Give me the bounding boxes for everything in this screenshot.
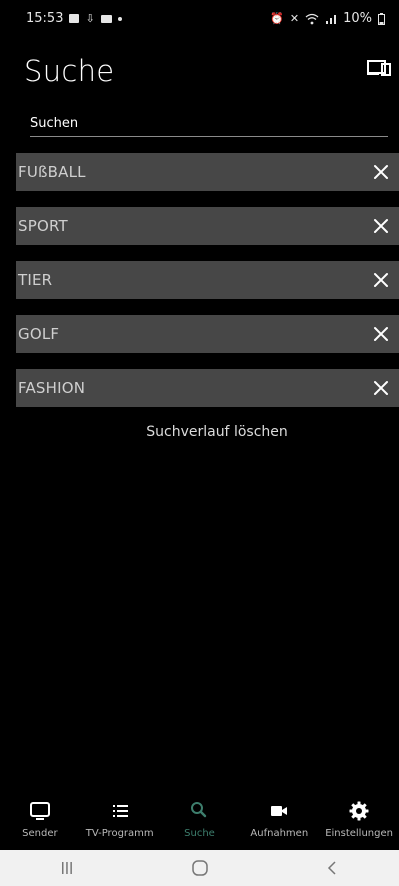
video-camera-icon — [271, 806, 288, 816]
history-item[interactable]: FUßBALL — [16, 153, 399, 191]
status-time: 15:53 — [26, 11, 64, 26]
history-item[interactable]: FASHION — [16, 369, 399, 407]
nav-label: Einstellungen — [325, 828, 393, 839]
bottom-nav: Sender TV-Programm Suche Aufnahmen Einst… — [0, 796, 399, 846]
nav-label: Suche — [184, 828, 215, 839]
list-icon — [112, 805, 128, 817]
cast-screen-icon[interactable] — [367, 58, 391, 78]
history-item-label: SPORT — [18, 217, 68, 235]
nav-label: Sender — [22, 828, 58, 839]
system-nav-bar — [0, 850, 399, 886]
home-icon[interactable] — [190, 858, 210, 878]
history-item[interactable]: GOLF — [16, 315, 399, 353]
battery-percent: 10% — [343, 11, 372, 26]
status-left: 15:53 ⇩ — [26, 11, 122, 26]
nav-item-sender[interactable]: Sender — [0, 796, 80, 846]
history-item[interactable]: TIER — [16, 261, 399, 299]
search-input[interactable] — [30, 110, 388, 135]
close-icon[interactable] — [371, 270, 391, 290]
nav-item-tv-programm[interactable]: TV-Programm — [80, 796, 160, 846]
page-title: Suche — [24, 54, 115, 88]
notification-dot-icon — [117, 16, 122, 21]
close-icon[interactable] — [371, 216, 391, 236]
recent-apps-icon[interactable] — [57, 858, 77, 878]
nav-label: Aufnahmen — [250, 828, 309, 839]
history-item-label: FUßBALL — [18, 163, 86, 181]
close-icon[interactable] — [371, 378, 391, 398]
gallery-icon — [69, 14, 80, 23]
history-item[interactable]: SPORT — [16, 207, 399, 245]
signal-icon — [326, 14, 337, 24]
nav-item-suche[interactable]: Suche — [160, 796, 240, 846]
nav-item-aufnahmen[interactable]: Aufnahmen — [239, 796, 319, 846]
battery-icon — [378, 12, 385, 25]
gear-icon — [349, 801, 369, 821]
close-icon[interactable] — [371, 324, 391, 344]
search-icon — [191, 802, 207, 818]
nav-label: TV-Programm — [85, 828, 154, 839]
mute-icon: ✕ — [289, 12, 300, 25]
download-icon: ⇩ — [85, 12, 95, 25]
search-field[interactable] — [30, 110, 388, 137]
folder-icon — [100, 14, 112, 23]
history-item-label: TIER — [18, 271, 53, 289]
back-icon[interactable] — [323, 858, 343, 878]
status-bar: 15:53 ⇩ ⏰ ✕ 10% — [0, 0, 399, 36]
search-history-list: FUßBALL SPORT TIER GOLF FASHION — [16, 153, 399, 423]
alarm-icon: ⏰ — [270, 12, 284, 25]
close-icon[interactable] — [371, 162, 391, 182]
nav-item-einstellungen[interactable]: Einstellungen — [319, 796, 399, 846]
status-right: ⏰ ✕ 10% — [270, 11, 385, 26]
wifi-icon — [305, 13, 319, 24]
clear-history-button[interactable]: Suchverlauf löschen — [0, 424, 399, 440]
history-item-label: GOLF — [18, 325, 60, 343]
history-item-label: FASHION — [18, 379, 86, 397]
tv-icon — [29, 802, 50, 820]
